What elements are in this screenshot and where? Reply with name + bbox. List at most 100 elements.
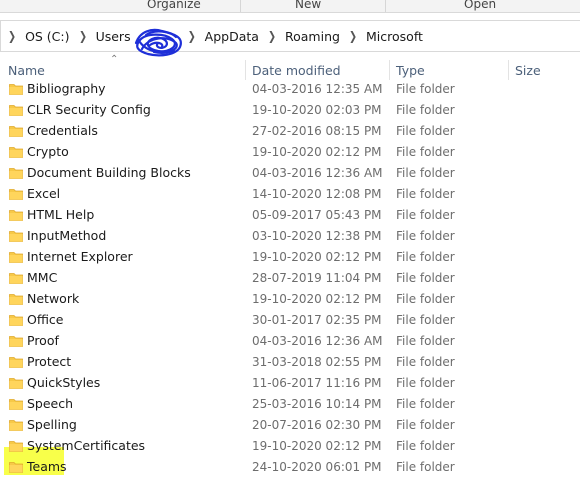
file-row[interactable]: Spelling 20-07-2016 02:30 PM File folder bbox=[0, 415, 580, 436]
file-row[interactable]: Crypto 19-10-2020 02:12 PM File folder bbox=[0, 142, 580, 163]
folder-icon bbox=[9, 189, 23, 200]
file-type: File folder bbox=[396, 334, 455, 348]
file-type: File folder bbox=[396, 187, 455, 201]
column-size[interactable]: Size bbox=[515, 63, 541, 78]
folder-icon bbox=[9, 126, 23, 137]
file-date-modified: 24-10-2020 06:01 PM bbox=[252, 460, 382, 474]
file-date-modified: 04-03-2016 12:35 AM bbox=[252, 82, 383, 96]
file-type: File folder bbox=[396, 271, 455, 285]
file-date-modified: 19-10-2020 02:12 PM bbox=[252, 250, 382, 264]
column-date-modified[interactable]: Date modified bbox=[252, 63, 341, 78]
file-name[interactable]: MMC bbox=[27, 270, 57, 285]
file-name[interactable]: Internet Explorer bbox=[27, 249, 133, 264]
file-date-modified: 14-10-2020 12:08 PM bbox=[252, 187, 382, 201]
file-name[interactable]: Excel bbox=[27, 186, 60, 201]
file-type: File folder bbox=[396, 124, 455, 138]
file-row[interactable]: Protect 31-03-2018 02:55 PM File folder bbox=[0, 352, 580, 373]
file-row[interactable]: SystemCertificates 19-10-2020 02:12 PM Fil… bbox=[0, 436, 580, 457]
file-name[interactable]: Proof bbox=[27, 333, 59, 348]
file-name[interactable]: InputMethod bbox=[27, 228, 106, 243]
file-row[interactable]: Office 30-01-2017 02:35 PM File folder bbox=[0, 310, 580, 331]
folder-icon bbox=[9, 273, 23, 284]
folder-icon bbox=[9, 231, 23, 242]
file-row[interactable]: Excel 14-10-2020 12:08 PM File folder bbox=[0, 184, 580, 205]
ribbon-border bbox=[0, 12, 580, 13]
file-name[interactable]: CLR Security Config bbox=[27, 102, 151, 117]
column-divider[interactable] bbox=[245, 60, 246, 80]
chevron-right-icon[interactable]: ❯ bbox=[74, 29, 92, 43]
chevron-right-icon[interactable]: ❯ bbox=[3, 29, 21, 43]
breadcrumb-roaming[interactable]: Roaming bbox=[283, 29, 342, 44]
file-type: File folder bbox=[396, 103, 455, 117]
ribbon-group-new: New bbox=[295, 0, 322, 11]
file-name[interactable]: Crypto bbox=[27, 144, 69, 159]
folder-icon bbox=[9, 210, 23, 221]
column-name[interactable]: Name bbox=[8, 63, 45, 78]
file-row[interactable]: Network 19-10-2020 02:12 PM File folder bbox=[0, 289, 580, 310]
breadcrumb-users[interactable]: Users bbox=[94, 29, 133, 44]
ribbon-divider bbox=[385, 0, 386, 12]
file-row[interactable]: Document Building Blocks 04-03-2016 12:36… bbox=[0, 163, 580, 184]
breadcrumb-microsoft[interactable]: Microsoft bbox=[364, 29, 425, 44]
file-row[interactable]: Speech 25-03-2016 10:14 PM File folder bbox=[0, 394, 580, 415]
file-type: File folder bbox=[396, 250, 455, 264]
file-name[interactable]: Document Building Blocks bbox=[27, 165, 191, 180]
file-name[interactable]: Spelling bbox=[27, 417, 77, 432]
file-row[interactable]: Proof 04-03-2016 12:36 AM File folder bbox=[0, 331, 580, 352]
column-divider[interactable] bbox=[508, 60, 509, 80]
column-type[interactable]: Type bbox=[396, 63, 425, 78]
file-row[interactable]: InputMethod 03-10-2020 12:38 PM File folde… bbox=[0, 226, 580, 247]
folder-icon bbox=[9, 399, 23, 410]
file-type: File folder bbox=[396, 145, 455, 159]
column-divider[interactable] bbox=[389, 60, 390, 80]
folder-icon bbox=[9, 357, 23, 368]
file-row[interactable]: MMC 28-07-2019 11:04 PM File folder bbox=[0, 268, 580, 289]
file-name[interactable]: Network bbox=[27, 291, 79, 306]
file-name[interactable]: QuickStyles bbox=[27, 375, 100, 390]
address-bar[interactable]: ❯ OS (C:) ❯ Users ❯ AppData ❯ Roaming ❯ … bbox=[0, 20, 580, 52]
file-date-modified: 30-01-2017 02:35 PM bbox=[252, 313, 382, 327]
file-name[interactable]: Teams bbox=[27, 459, 67, 474]
chevron-right-icon[interactable]: ❯ bbox=[344, 29, 362, 43]
file-name[interactable]: SystemCertificates bbox=[27, 438, 145, 453]
file-type: File folder bbox=[396, 82, 455, 96]
file-date-modified: 03-10-2020 12:38 PM bbox=[252, 229, 382, 243]
file-row[interactable]: Credentials 27-02-2016 08:15 PM File folde… bbox=[0, 121, 580, 142]
file-date-modified: 05-09-2017 05:43 PM bbox=[252, 208, 382, 222]
file-type: File folder bbox=[396, 460, 455, 474]
folder-icon bbox=[9, 462, 23, 473]
file-date-modified: 19-10-2020 02:03 PM bbox=[252, 103, 382, 117]
ribbon-divider bbox=[240, 0, 241, 12]
file-date-modified: 28-07-2019 11:04 PM bbox=[252, 271, 382, 285]
chevron-right-icon[interactable]: ❯ bbox=[263, 29, 281, 43]
file-type: File folder bbox=[396, 313, 455, 327]
file-date-modified: 19-10-2020 02:12 PM bbox=[252, 145, 382, 159]
breadcrumb-appdata[interactable]: AppData bbox=[203, 29, 261, 44]
breadcrumb: ❯ OS (C:) ❯ Users ❯ AppData ❯ Roaming ❯ … bbox=[1, 21, 425, 51]
file-row[interactable]: HTML Help 05-09-2017 05:43 PM File folder bbox=[0, 205, 580, 226]
file-name[interactable]: Credentials bbox=[27, 123, 98, 138]
file-name[interactable]: Office bbox=[27, 312, 64, 327]
ribbon-group-open: Open bbox=[464, 0, 497, 11]
file-row[interactable]: Bibliography 04-03-2016 12:35 AM File fold… bbox=[0, 79, 580, 100]
file-type: File folder bbox=[396, 418, 455, 432]
file-row[interactable]: Internet Explorer 19-10-2020 02:12 PM File… bbox=[0, 247, 580, 268]
file-date-modified: 31-03-2018 02:55 PM bbox=[252, 355, 382, 369]
folder-icon bbox=[9, 105, 23, 116]
breadcrumb-os-c[interactable]: OS (C:) bbox=[23, 29, 71, 44]
file-type: File folder bbox=[396, 355, 455, 369]
file-date-modified: 20-07-2016 02:30 PM bbox=[252, 418, 382, 432]
file-name[interactable]: Protect bbox=[27, 354, 71, 369]
ribbon-group-labels: Organize New Open bbox=[0, 0, 580, 12]
file-name[interactable]: HTML Help bbox=[27, 207, 94, 222]
file-row[interactable]: CLR Security Config 19-10-2020 02:03 PM Fi… bbox=[0, 100, 580, 121]
folder-icon bbox=[9, 168, 23, 179]
file-type: File folder bbox=[396, 439, 455, 453]
file-type: File folder bbox=[396, 229, 455, 243]
folder-icon bbox=[9, 84, 23, 95]
file-name[interactable]: Bibliography bbox=[27, 81, 106, 96]
file-name[interactable]: Speech bbox=[27, 396, 73, 411]
folder-icon bbox=[9, 252, 23, 263]
file-row[interactable]: Teams 24-10-2020 06:01 PM File folder bbox=[0, 457, 580, 478]
file-row[interactable]: QuickStyles 11-06-2017 11:16 PM File folde… bbox=[0, 373, 580, 394]
